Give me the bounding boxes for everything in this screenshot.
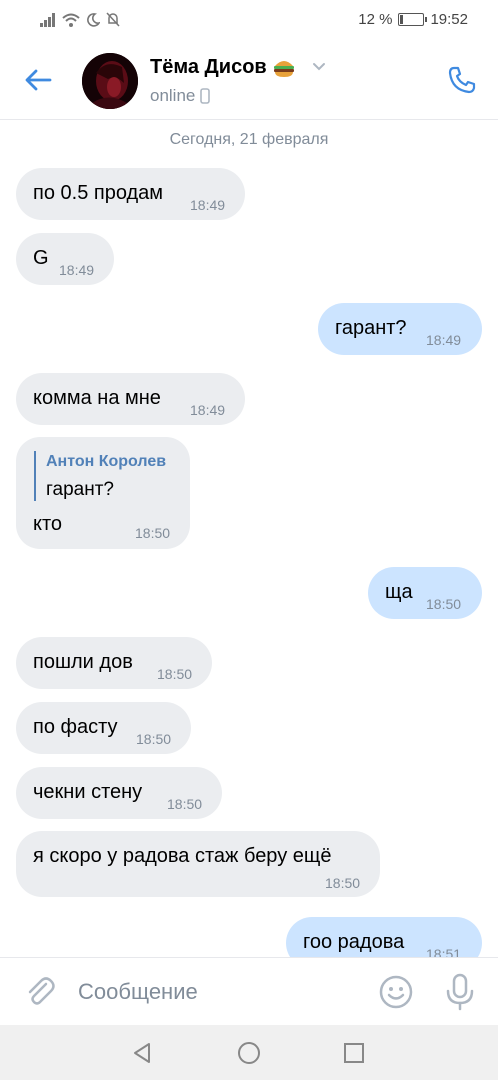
message-bubble[interactable]: гарант? 18:49 (318, 303, 482, 355)
battery-percent: 12 % (358, 11, 393, 28)
message-text: ща (385, 581, 413, 603)
message-time: 18:50 (325, 875, 361, 891)
message-text: я скоро у радова стаж беру ещё (33, 845, 332, 867)
circle-home-icon (238, 1042, 260, 1064)
attach-button[interactable] (22, 974, 58, 1010)
message-time: 18:50 (426, 596, 462, 612)
date-separator: Сегодня, 21 февраля (169, 131, 329, 148)
system-nav-bar (0, 1025, 498, 1080)
contact-status: online (150, 86, 211, 106)
message-bubble[interactable]: я скоро у радова стаж беру ещё 18:50 (16, 831, 380, 897)
message-bubble[interactable]: по фасту 18:50 (16, 702, 191, 754)
message-bubble[interactable]: ща 18:50 (368, 567, 482, 619)
message-text: по фасту (33, 716, 118, 738)
square-recents-icon (344, 1043, 364, 1063)
battery-level (400, 15, 404, 24)
mobile-device-icon (200, 88, 211, 104)
message-text: G (33, 247, 49, 269)
message-bubble[interactable]: пошли дов 18:50 (16, 637, 212, 689)
status-icons-right: 12 % 19:52 (358, 11, 468, 28)
status-bar: 12 % 19:52 (0, 0, 498, 40)
bell-off-icon (106, 12, 120, 27)
message-time: 18:49 (59, 262, 95, 278)
status-text: online (150, 86, 196, 105)
wifi-icon (62, 13, 80, 27)
clock: 19:52 (430, 11, 468, 28)
phone-icon (448, 66, 476, 94)
message-time: 18:50 (167, 796, 203, 812)
message-text: пошли дов (33, 651, 133, 673)
reply-author: Антон Королев (46, 453, 167, 470)
status-icons-left (40, 12, 120, 27)
message-time: 18:51 (426, 946, 462, 957)
message-time: 18:49 (190, 197, 226, 213)
message-time: 18:50 (157, 666, 193, 682)
message-text: гарант? (335, 317, 407, 339)
back-button[interactable] (18, 62, 58, 98)
message-time: 18:50 (136, 731, 172, 747)
message-composer (0, 957, 498, 1025)
message-bubble[interactable]: G 18:49 (16, 233, 114, 285)
message-text: гоо радова (303, 931, 405, 953)
avatar[interactable] (82, 53, 138, 109)
battery-icon (398, 13, 428, 26)
paperclip-icon (28, 977, 55, 1005)
message-input[interactable] (78, 972, 358, 1012)
reply-text: гарант? (46, 479, 114, 500)
message-text: кто (33, 513, 63, 535)
moon-icon (87, 12, 100, 27)
avatar-image (82, 53, 138, 109)
contact-name-text: Тёма Дисов (150, 56, 267, 78)
nav-home-button[interactable] (233, 1037, 265, 1069)
message-bubble-reply[interactable]: Антон Королев гарант? кто 18:50 (16, 437, 190, 549)
smile-icon (379, 975, 413, 1009)
message-time: 18:50 (135, 525, 171, 541)
message-text: чекни стену (33, 781, 143, 803)
message-time: 18:49 (426, 332, 462, 348)
reply-quote-bar (34, 451, 36, 501)
chevron-down-icon[interactable] (312, 62, 326, 72)
message-time: 18:49 (190, 402, 226, 418)
message-bubble[interactable]: чекни стену 18:50 (16, 767, 222, 819)
voice-button[interactable] (442, 972, 478, 1012)
chat-header: Тёма Дисов online (0, 40, 498, 120)
triangle-back-icon (134, 1043, 150, 1063)
message-bubble[interactable]: гоо радова 18:51 (286, 917, 482, 957)
nav-recents-button[interactable] (338, 1037, 370, 1069)
message-bubble[interactable]: комма на мне 18:49 (16, 373, 245, 425)
call-button[interactable] (444, 62, 480, 98)
message-bubble[interactable]: по 0.5 продам 18:49 (16, 168, 245, 220)
message-list[interactable]: Сегодня, 21 февраля по 0.5 продам 18:49 … (0, 121, 498, 957)
emoji-button[interactable] (378, 974, 414, 1010)
microphone-icon (446, 973, 474, 1011)
contact-name[interactable]: Тёма Дисов (150, 56, 295, 79)
arrow-left-icon (25, 69, 52, 91)
message-text: по 0.5 продам (33, 182, 164, 204)
nav-back-button[interactable] (126, 1037, 158, 1069)
message-text: комма на мне (33, 387, 161, 409)
signal-icon (40, 12, 55, 27)
burger-emoji-icon (273, 60, 294, 77)
